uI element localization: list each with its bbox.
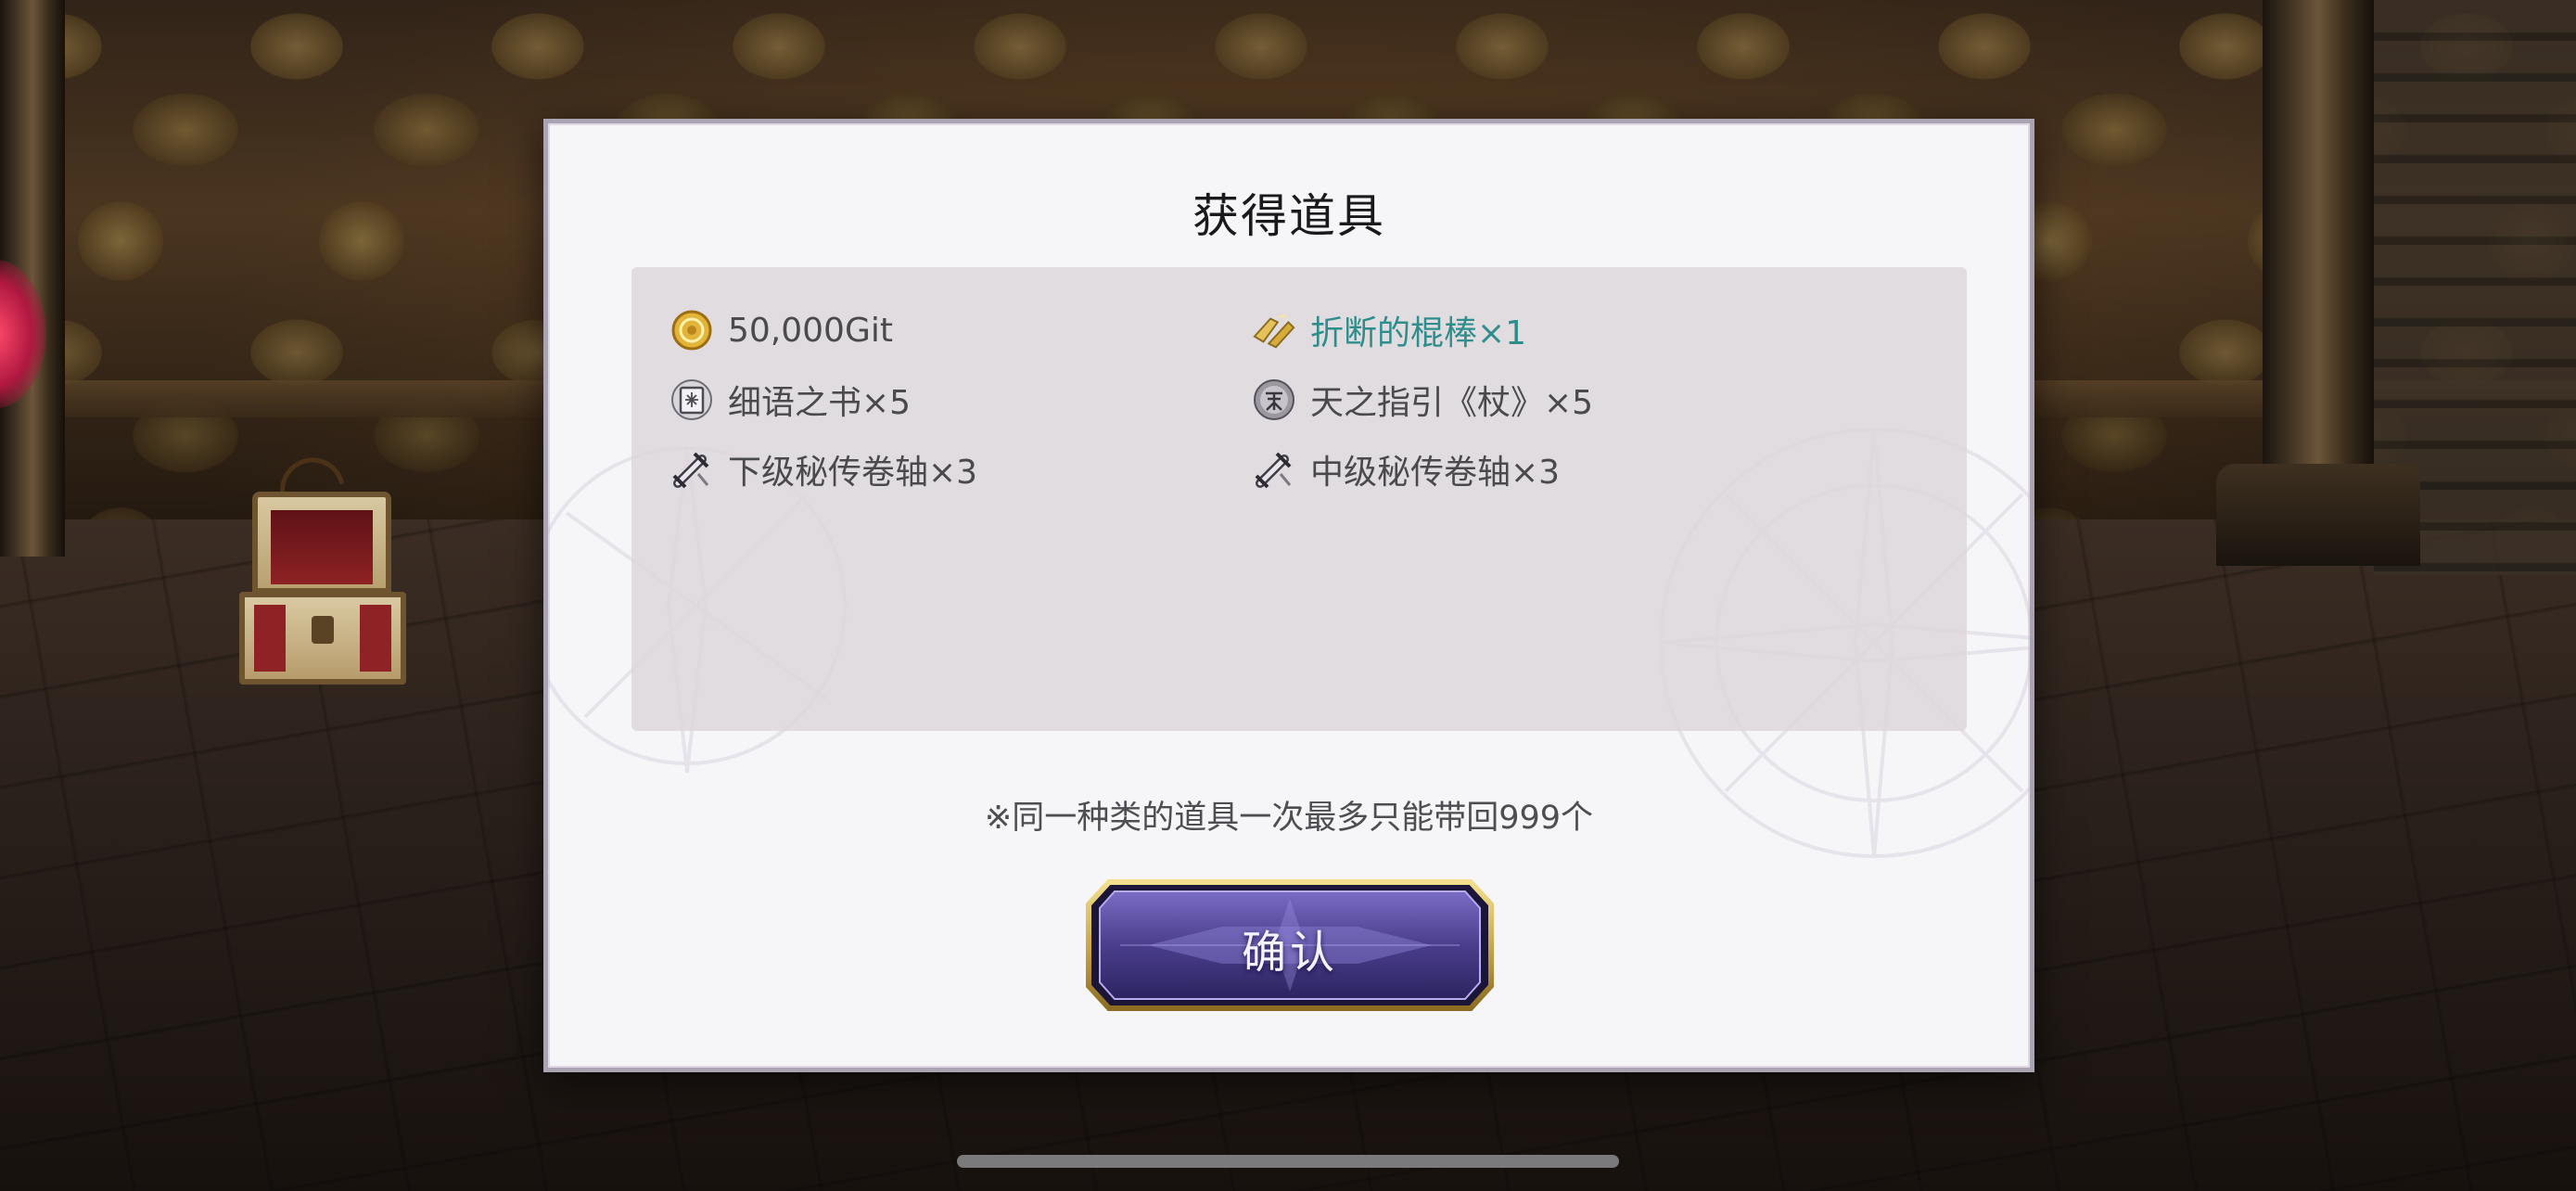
item-label: 细语之书×5: [728, 384, 912, 422]
book-icon: [669, 377, 715, 423]
confirm-button[interactable]: 确认: [1083, 877, 1497, 1014]
heaven-guide-icon: [1251, 377, 1297, 423]
list-item: 中级秘传卷轴×3: [1251, 443, 1560, 495]
carry-limit-notice: ※同一种类的道具一次最多只能带回999个: [984, 800, 1594, 837]
chest-lock-icon: [312, 616, 334, 644]
list-item: 下级秘传卷轴×3: [669, 443, 977, 495]
item-label: 中级秘传卷轴×3: [1310, 454, 1561, 492]
list-item: 细语之书×5: [669, 374, 911, 426]
scroll-icon: [669, 446, 715, 493]
gold-coin-icon: [669, 307, 715, 353]
confirm-button-label: 确认: [1241, 927, 1338, 979]
dialog-title: 获得道具: [1192, 189, 1385, 243]
scroll-icon: [1251, 446, 1297, 493]
broken-staff-icon: [1251, 307, 1297, 353]
pillar-base: [2216, 464, 2420, 566]
home-indicator[interactable]: [957, 1155, 1619, 1168]
item-label: 折断的棍棒×1: [1310, 314, 1527, 352]
item-label: 天之指引《杖》×5: [1310, 384, 1594, 422]
items-panel: 50,000Git 细语之书×5 下级秘传卷轴×3 折断的棍棒×1 天之指引《杖…: [631, 267, 1967, 731]
chest-lid: [252, 492, 391, 594]
treasure-chest: [239, 451, 406, 686]
list-item: 50,000Git: [669, 304, 893, 356]
list-item: 天之指引《杖》×5: [1251, 374, 1593, 426]
item-label: 下级秘传卷轴×3: [728, 454, 978, 492]
reward-dialog: 获得道具 50,000Git 细语之书×5 下级秘传卷轴×3 折断的棍棒×1 天…: [543, 119, 2034, 1072]
list-item: 折断的棍棒×1: [1251, 304, 1526, 356]
chest-body: [239, 592, 406, 685]
item-label: 50,000Git: [728, 311, 893, 350]
